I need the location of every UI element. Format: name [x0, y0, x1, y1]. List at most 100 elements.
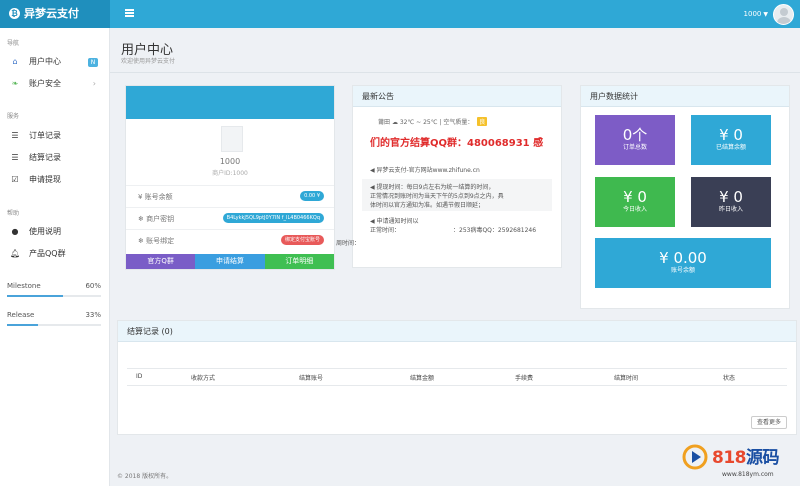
- progress-track: [7, 295, 101, 297]
- sidebar-item-qq-group[interactable]: 🔔︎ 产品QQ群: [0, 246, 109, 262]
- tile-value: 0个: [622, 126, 648, 144]
- profile-avatar: [221, 126, 243, 152]
- notice-line: ◀ 提现时间：每日9点左右为统一结算的时间，: [370, 184, 495, 191]
- column-header[interactable]: 收款方式: [191, 373, 215, 382]
- column-header[interactable]: 结算时间: [614, 373, 638, 382]
- qq-group-marquee: 们的官方结算QQ群：480068931 感: [370, 138, 544, 149]
- row-key: ❄ 商户密钥: [138, 215, 175, 223]
- sidebar-section-help: 帮助: [7, 210, 20, 217]
- tile-label: 账号余额: [670, 267, 695, 274]
- notice-line: 体时间以官方通知为准。如遇节假日顺延；: [370, 202, 485, 209]
- air-label: 空气质量：: [443, 119, 474, 126]
- bind-alipay-button[interactable]: 绑定支付宝账号: [280, 235, 324, 245]
- watermark-logo: 818源码 www.818ym.com: [682, 441, 794, 483]
- view-more-button[interactable]: 查看更多: [750, 416, 787, 429]
- sidebar-item-user-center[interactable]: ⌂ 用户中心 N: [0, 54, 109, 70]
- info-icon: ●: [11, 227, 19, 236]
- column-header[interactable]: 手续费: [515, 373, 533, 382]
- balance-badge: 0.00 ¥: [300, 191, 324, 201]
- tile-label: 今日收入: [622, 206, 647, 213]
- settlement-records-panel: 结算记录 (0) ID 收款方式 结算账号 结算金额 手续费 结算时间 状态 查…: [117, 320, 797, 435]
- progress-percent: 33%: [85, 311, 101, 319]
- notice-card: 最新公告 莆田 ☁ 32℃ ~ 25℃ | 空气质量： 良 们的官方结算QQ群：…: [352, 85, 562, 268]
- profile-row-key: ❄ 商户密钥 B4LykkJ5QL9ptJ0Y7IN f_IL4B0466KQq: [126, 207, 334, 228]
- tile-value: ¥ 0: [719, 188, 743, 206]
- sidebar: 导航 ⌂ 用户中心 N ❧ 账户安全 › 服务 ☰ 订单记录 ☰ 结算记录 ☑ …: [0, 28, 110, 486]
- official-qq-button[interactable]: 官方Q群: [126, 254, 196, 269]
- sidebar-item-label: 使用说明: [29, 227, 61, 236]
- sidebar-item-instructions[interactable]: ● 使用说明: [0, 224, 109, 240]
- menu-toggle-icon[interactable]: [125, 9, 134, 17]
- brand-logo[interactable]: ₿ 异梦云支付: [0, 0, 110, 28]
- footer-copyright: © 2018 版权所有。: [117, 473, 173, 480]
- profile-uid: 1000: [219, 157, 241, 166]
- weather-temp: 32℃ ~ 25℃: [399, 119, 438, 126]
- notice-line: ◀ 申请通知时间以: [370, 218, 419, 225]
- progress-percent: 60%: [85, 282, 101, 290]
- user-menu[interactable]: 1000 ▼: [744, 3, 794, 25]
- watermark-text: 818源码: [712, 448, 780, 468]
- sidebar-item-label: 产品QQ群: [29, 249, 66, 258]
- records-title: 结算记录 (0): [118, 321, 796, 342]
- tile-label: 昨日收入: [718, 206, 743, 213]
- watermark-url: www.818ym.com: [722, 471, 774, 478]
- brand-name: 异梦云支付: [24, 7, 79, 20]
- sidebar-item-label: 申请提现: [29, 175, 61, 184]
- notice-title: 最新公告: [353, 86, 561, 107]
- tile-yesterday-income: ¥ 0 昨日收入: [691, 177, 771, 227]
- sidebar-item-order-records[interactable]: ☰ 订单记录: [0, 128, 109, 144]
- user-label: 1000: [743, 10, 762, 18]
- row-key: ❄ 账号绑定: [138, 237, 175, 245]
- play-icon: [682, 444, 708, 470]
- list-icon: ☰: [11, 131, 19, 140]
- progress-milestone: Milestone 60%: [7, 282, 101, 297]
- profile-row-balance: ¥ 账号余额 0.00 ¥: [126, 185, 334, 206]
- profile-actions: 官方Q群 申请结算 订单明细: [126, 254, 334, 269]
- apply-settlement-button[interactable]: 申请结算: [195, 254, 265, 269]
- notice-line: 正常时间：: [370, 227, 401, 234]
- weather-city: 莆田: [378, 119, 391, 126]
- profile-username: 商户ID:1000: [212, 170, 248, 177]
- tile-order-count: 0个 订单总数: [595, 115, 675, 165]
- sidebar-section-nav: 导航: [7, 40, 20, 47]
- progress-release: Release 33%: [7, 311, 101, 326]
- column-header[interactable]: ID: [136, 373, 142, 380]
- sidebar-item-settlement-records[interactable]: ☰ 结算记录: [0, 150, 109, 166]
- home-icon: ⌂: [12, 57, 18, 66]
- chevron-right-icon: ›: [92, 79, 96, 88]
- stray-text: 周时间：: [336, 240, 361, 247]
- profile-card: 1000 商户ID:1000 ¥ 账号余额 0.00 ¥ ❄ 商户密钥 B4Ly…: [125, 85, 335, 270]
- notice-line: 正常情况到账时间为当天下午的5点到9点之内，具: [370, 193, 504, 200]
- check-icon: ☑: [11, 175, 19, 184]
- caret-down-icon: ▼: [763, 10, 768, 18]
- air-quality-badge: 良: [477, 117, 488, 126]
- sidebar-item-label: 订单记录: [29, 131, 61, 140]
- avatar[interactable]: [773, 3, 794, 25]
- records-table-header: ID 收款方式 结算账号 结算金额 手续费 结算时间 状态: [127, 368, 787, 386]
- tile-value: ¥ 0: [623, 188, 647, 206]
- progress-track: [7, 324, 101, 326]
- sidebar-section-service: 服务: [7, 113, 20, 120]
- leaf-icon: ❧: [11, 79, 19, 88]
- notice-line: ：253病毒QQ：2592681246: [453, 227, 537, 234]
- order-detail-button[interactable]: 订单明细: [264, 254, 334, 269]
- notice-line: ◀ 异梦云支付-官方网站www.zhifune.cn: [370, 167, 480, 174]
- profile-banner: [126, 86, 334, 119]
- weather-widget: 莆田 ☁ 32℃ ~ 25℃ | 空气质量： 良: [378, 117, 488, 126]
- row-key: ¥ 账号余额: [138, 193, 173, 201]
- sidebar-item-account-security[interactable]: ❧ 账户安全 ›: [0, 76, 109, 92]
- tile-value: ¥ 0: [719, 126, 743, 144]
- new-badge: N: [88, 58, 98, 67]
- page-subtitle: 欢迎使用异梦云支付: [121, 58, 176, 65]
- bell-icon: 🔔︎: [10, 249, 21, 258]
- column-header[interactable]: 状态: [723, 373, 735, 382]
- profile-row-bind: ❄ 账号绑定 绑定支付宝账号: [126, 229, 334, 250]
- tile-settled-balance: ¥ 0 已结算余额: [691, 115, 771, 165]
- column-header[interactable]: 结算金额: [410, 373, 434, 382]
- sidebar-item-withdraw[interactable]: ☑ 申请提现: [0, 172, 109, 188]
- tile-account-balance: ¥ 0.00 账号余额: [595, 238, 771, 288]
- sidebar-item-label: 用户中心: [29, 57, 61, 66]
- top-navbar: ₿ 异梦云支付 1000 ▼: [0, 0, 800, 28]
- tile-value: ¥ 0.00: [659, 249, 707, 267]
- column-header[interactable]: 结算账号: [299, 373, 323, 382]
